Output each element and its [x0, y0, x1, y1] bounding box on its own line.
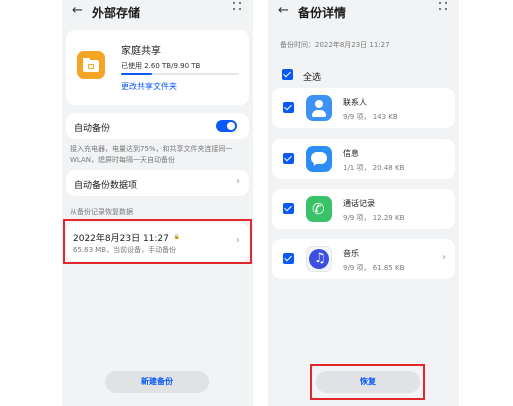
- backup-record-title: 2022年8月23日 11:27 🔒: [73, 231, 180, 244]
- auto-backup-items-label: 自动备份数据项: [74, 181, 138, 191]
- storage-progress-bar: [121, 73, 239, 75]
- family-share-title: 家庭共享: [121, 46, 161, 57]
- item-meta: 1/1 项， 20.48 KB: [343, 164, 405, 172]
- folder-share-icon: [77, 51, 105, 79]
- back-arrow-icon[interactable]: ←: [72, 3, 83, 18]
- item-name: 信息: [343, 149, 359, 158]
- auto-backup-row: 自动备份: [66, 113, 249, 139]
- more-icon[interactable]: [233, 2, 243, 12]
- lock-icon: 🔒: [173, 234, 180, 240]
- item-name: 通话记录: [343, 199, 375, 208]
- item-checkbox[interactable]: [283, 253, 294, 264]
- select-all-checkbox[interactable]: [282, 69, 293, 80]
- music-icon: ♫: [306, 246, 332, 272]
- call-log-icon: ✆: [306, 196, 332, 222]
- storage-progress-fill: [121, 73, 153, 75]
- more-icon[interactable]: [439, 2, 449, 12]
- restore-button[interactable]: 恢复: [316, 371, 420, 393]
- messages-icon: [306, 146, 332, 172]
- item-meta: 9/9 项， 143 KB: [343, 113, 398, 121]
- header: ← 外部存储: [62, 0, 253, 24]
- page-title: 外部存储: [92, 6, 141, 20]
- select-all-label: 全选: [303, 73, 322, 83]
- auto-backup-label: 自动备份: [74, 124, 111, 134]
- contacts-icon: [306, 95, 332, 121]
- item-checkbox[interactable]: [283, 102, 294, 113]
- back-arrow-icon[interactable]: ←: [278, 3, 289, 18]
- backup-record-meta: 65.63 MB，当前设备，手动备份: [73, 246, 177, 254]
- storage-usage: 已使用 2.60 TB/9.90 TB: [121, 62, 201, 70]
- item-checkbox[interactable]: [283, 203, 294, 214]
- chevron-right-icon: ›: [236, 176, 240, 187]
- backup-item-call-log[interactable]: ✆ 通话记录 9/9 项， 12.29 KB: [272, 189, 455, 229]
- new-backup-button[interactable]: 新建备份: [105, 371, 209, 393]
- chevron-right-icon: ›: [236, 235, 240, 246]
- backup-record-row[interactable]: 2022年8月23日 11:27 🔒 65.63 MB，当前设备，手动备份 ›: [66, 223, 249, 261]
- page-title: 备份详情: [298, 6, 347, 20]
- backup-record-date: 2022年8月23日 11:27: [73, 234, 169, 244]
- auto-backup-items-row[interactable]: 自动备份数据项 ›: [66, 170, 249, 196]
- external-storage-screen: ← 外部存储 家庭共享 已使用 2.60 TB/9.90 TB 更改共享文件夹 …: [62, 0, 253, 406]
- change-shared-folder-link[interactable]: 更改共享文件夹: [121, 81, 177, 92]
- backup-item-contacts[interactable]: 联系人 9/9 项， 143 KB: [272, 88, 455, 128]
- item-name: 联系人: [343, 98, 367, 107]
- backup-item-music[interactable]: ♫ 音乐 9/9 项， 61.85 KB ›: [272, 239, 455, 279]
- family-share-card[interactable]: 家庭共享 已使用 2.60 TB/9.90 TB 更改共享文件夹: [66, 30, 249, 105]
- header: ← 备份详情: [268, 0, 459, 24]
- item-checkbox[interactable]: [283, 153, 294, 164]
- backup-time: 备份时间：2022年8月23日 11:27: [280, 41, 390, 49]
- auto-backup-description: 接入充电器，电量达到75%，和共享文件夹连接同一 WLAN，熄屏时每隔一天自动备…: [70, 145, 233, 164]
- auto-backup-toggle[interactable]: [216, 120, 237, 132]
- backup-details-screen: ← 备份详情 备份时间：2022年8月23日 11:27 全选 联系人 9/9 …: [268, 0, 459, 406]
- backup-item-messages[interactable]: 信息 1/1 项， 20.48 KB: [272, 139, 455, 179]
- chevron-right-icon: ›: [442, 252, 446, 263]
- restore-section-label: 从备份记录恢复数据: [70, 208, 133, 216]
- item-meta: 9/9 项， 12.29 KB: [343, 214, 405, 222]
- item-meta: 9/9 项， 61.85 KB: [343, 264, 405, 272]
- item-name: 音乐: [343, 249, 359, 258]
